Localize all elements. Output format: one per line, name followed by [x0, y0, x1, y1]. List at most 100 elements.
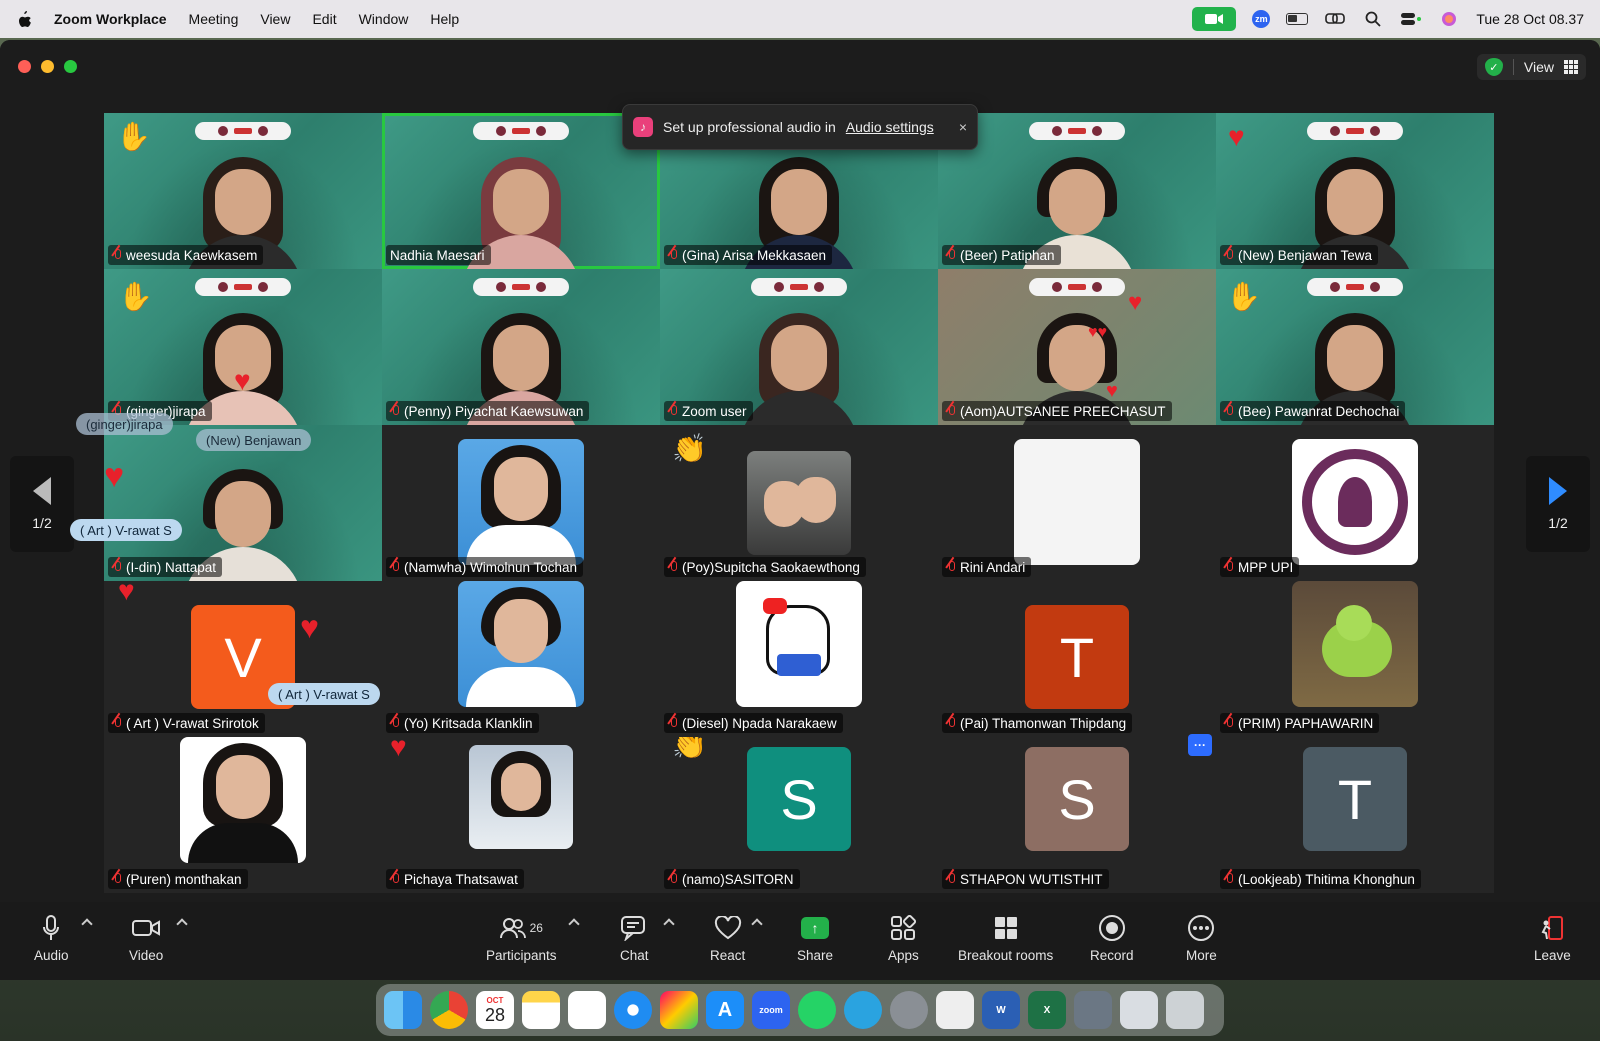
initial-avatar: S — [1025, 747, 1129, 851]
battery-icon[interactable] — [1286, 10, 1309, 28]
safari-icon[interactable] — [614, 991, 652, 1029]
muted-mic-icon — [1224, 872, 1234, 886]
zoom-camera-status-icon[interactable] — [1192, 7, 1237, 31]
view-button-label[interactable]: View — [1524, 59, 1554, 75]
siri-icon[interactable] — [1438, 10, 1460, 28]
muted-mic-icon — [390, 404, 400, 418]
app-menu-zoom[interactable]: Zoom Workplace — [54, 11, 167, 27]
participants-count: 26 — [529, 921, 543, 935]
apple-icon[interactable] — [16, 10, 32, 28]
participant-name: (Bee) Pawanrat Dechochai — [1238, 403, 1400, 419]
video-button[interactable]: Video — [129, 914, 163, 963]
share-button[interactable]: ↑ Share — [797, 914, 833, 963]
menu-view[interactable]: View — [260, 11, 290, 27]
record-label: Record — [1090, 948, 1134, 963]
participant-tile[interactable]: 👏 (Poy)Supitcha Saokaewthong — [660, 425, 938, 581]
security-shield-icon[interactable]: ✓ — [1484, 58, 1503, 76]
next-page-button[interactable]: 1/2 — [1526, 456, 1590, 552]
participant-tile[interactable]: (Namwha) Wimolnun Tochan — [382, 425, 660, 581]
participant-tile[interactable]: (Diesel) Npada Narakaew — [660, 581, 938, 737]
participant-tile[interactable]: ♥ ♥♥ ♥ (Aom)AUTSANEE PREECHASUT — [938, 269, 1216, 425]
chat-options-caret[interactable] — [663, 918, 675, 930]
participants-button[interactable]: 26 Participants — [486, 914, 557, 963]
participant-name: Rini Andari — [960, 559, 1026, 575]
recent-windows-icon[interactable] — [1120, 991, 1158, 1029]
launchpad-icon[interactable] — [660, 991, 698, 1029]
preview-icon[interactable] — [1074, 991, 1112, 1029]
reminders-icon[interactable] — [568, 991, 606, 1029]
control-center-icon[interactable] — [1400, 10, 1422, 28]
participant-tile[interactable]: (Yo) Kritsada Klanklin — [382, 581, 660, 737]
previous-page-button[interactable]: 1/2 — [10, 456, 74, 552]
search-icon[interactable] — [1362, 10, 1384, 28]
zoom-app-icon[interactable]: zoom — [752, 991, 790, 1029]
menubar-clock[interactable]: Tue 28 Oct 08.37 — [1476, 11, 1584, 27]
menu-window[interactable]: Window — [359, 11, 409, 27]
participant-name: (I-din) Nattapat — [126, 559, 217, 575]
participant-tile[interactable]: ✋ weesuda Kaewkasem — [104, 113, 382, 269]
grid-view-icon[interactable] — [1564, 60, 1578, 74]
close-window-button[interactable] — [18, 60, 31, 73]
menu-edit[interactable]: Edit — [312, 11, 336, 27]
participant-tile[interactable]: T (Pai) Thamonwan Thipdang — [938, 581, 1216, 737]
system-settings-icon[interactable] — [890, 991, 928, 1029]
participants-options-caret[interactable] — [568, 918, 580, 930]
more-options-badge[interactable]: ··· — [1188, 734, 1212, 756]
audio-options-caret[interactable] — [81, 918, 93, 930]
participant-tile[interactable]: (Penny) Piyachat Kaewsuwan — [382, 269, 660, 425]
fullscreen-window-button[interactable] — [64, 60, 77, 73]
participant-name: (New) Benjawan Tewa — [1238, 247, 1373, 263]
app-store-icon[interactable]: A — [706, 991, 744, 1029]
iphone-mirroring-icon[interactable] — [936, 991, 974, 1029]
menu-meeting[interactable]: Meeting — [189, 11, 239, 27]
leave-button[interactable]: Leave — [1534, 914, 1571, 963]
finder-icon[interactable] — [384, 991, 422, 1029]
chrome-icon[interactable] — [430, 991, 468, 1029]
participant-tile[interactable]: T (Lookjeab) Thitima Khonghun — [1216, 737, 1494, 893]
more-options-icon — [1187, 914, 1215, 942]
word-icon[interactable]: W — [982, 991, 1020, 1029]
participant-tile[interactable]: ✋ (Bee) Pawanrat Dechochai — [1216, 269, 1494, 425]
whatsapp-icon[interactable] — [798, 991, 836, 1029]
screen-mirroring-icon[interactable] — [1324, 10, 1346, 28]
calendar-icon[interactable]: OCT 28 — [476, 991, 514, 1029]
record-button[interactable]: Record — [1090, 914, 1134, 963]
university-emblem-logo — [1292, 439, 1418, 565]
participant-tile[interactable]: (Beer) Patiphan — [938, 113, 1216, 269]
participant-name: (Beer) Patiphan — [960, 247, 1055, 263]
audio-button[interactable]: Audio — [34, 914, 69, 963]
trash-icon[interactable] — [1166, 991, 1204, 1029]
menu-help[interactable]: Help — [430, 11, 459, 27]
excel-icon[interactable]: X — [1028, 991, 1066, 1029]
participant-tile[interactable]: (PRIM) PAPHAWARIN — [1216, 581, 1494, 737]
participant-tile[interactable]: V ♥ ♥ ( Art ) V-rawat Srirotok — [104, 581, 382, 737]
zoom-menubar-icon[interactable]: zm — [1252, 10, 1271, 28]
participant-tile[interactable]: MPP UPI — [1216, 425, 1494, 581]
more-button[interactable]: More — [1186, 914, 1217, 963]
audio-settings-link[interactable]: Audio settings — [846, 119, 934, 135]
program-banner — [473, 122, 569, 140]
record-icon — [1098, 914, 1126, 942]
react-options-caret[interactable] — [751, 918, 763, 930]
video-options-caret[interactable] — [176, 918, 188, 930]
breakout-rooms-button[interactable]: Breakout rooms — [958, 914, 1053, 963]
participant-name: (namo)SASITORN — [682, 871, 794, 887]
participant-tile[interactable]: ♥ Pichaya Thatsawat — [382, 737, 660, 893]
participant-tile[interactable]: Rini Andari — [938, 425, 1216, 581]
notes-icon[interactable] — [522, 991, 560, 1029]
apps-button[interactable]: Apps — [888, 914, 919, 963]
participant-tile[interactable]: ♥ (New) Benjawan Tewa — [1216, 113, 1494, 269]
participant-tile[interactable]: Zoom user — [660, 269, 938, 425]
react-button[interactable]: React — [710, 914, 745, 963]
participant-tile[interactable]: S 👏 (namo)SASITORN — [660, 737, 938, 893]
participant-tile[interactable]: ✋ ♥ (ginger)jirapa — [104, 269, 382, 425]
telegram-icon[interactable] — [844, 991, 882, 1029]
divider — [1512, 59, 1514, 75]
close-icon[interactable]: × — [959, 119, 967, 135]
participant-tile[interactable]: S STHAPON WUTISTHIT — [938, 737, 1216, 893]
minimize-window-button[interactable] — [41, 60, 54, 73]
participant-tile[interactable]: (Puren) monthakan — [104, 737, 382, 893]
chat-button[interactable]: Chat — [620, 914, 649, 963]
participant-tile-active-speaker[interactable]: Nadhia Maesari — [382, 113, 660, 269]
view-control[interactable]: ✓ View — [1476, 54, 1586, 80]
